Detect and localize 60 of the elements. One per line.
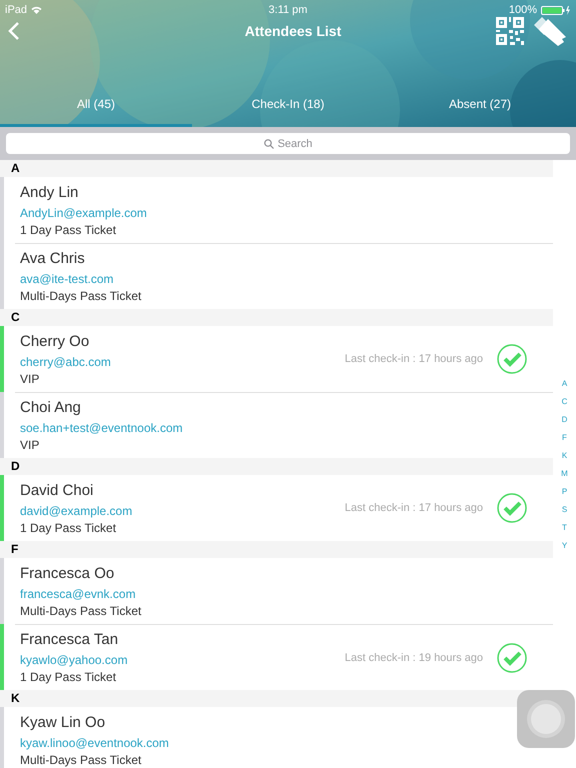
attendee-name: Cherry Oo [20,332,90,350]
ticket-type: VIP [20,438,40,452]
attendee-email: soe.han+test@eventnook.com [20,421,184,435]
last-checkin-text: Last check-in : 19 hours ago [344,652,483,664]
section-header: A [0,160,553,177]
ticket-type: 1 Day Pass Ticket [20,670,118,684]
attendee-row[interactable]: Andy Lin AndyLin@example.com 1 Day Pass Ticket [0,177,553,243]
index-letter[interactable]: Y [562,539,568,552]
section-header: F [0,541,553,558]
check-circle-icon [497,344,527,374]
search-field[interactable]: Search [6,133,570,154]
index-letter[interactable]: F [562,431,567,444]
qr-code-icon[interactable] [496,17,524,45]
ticket-type: 1 Day Pass Ticket [20,222,118,236]
ticket-type: 1 Day Pass Ticket [20,520,118,534]
ticket-type: VIP [20,372,40,386]
attendee-name: Ava Chris [20,250,86,267]
attendee-name: David Choi [20,482,94,498]
search-icon [264,138,274,148]
last-checkin-text: Last check-in : 17 hours ago [344,502,483,514]
attendee-name: Francesca Oo [20,564,116,582]
battery-icon [541,6,571,14]
index-letter[interactable]: T [562,521,567,534]
window-title: Attendees List [244,23,342,39]
ticket-type: Multi-Days Pass Ticket [20,604,142,618]
attendee-email: AndyLin@example.com [20,206,148,220]
attendee-name: Kyaw Lin Oo [20,714,106,730]
back-icon[interactable] [8,22,20,40]
tab[interactable]: Check-In (18) [192,88,384,127]
index-letter[interactable]: S [562,503,568,516]
check-circle-icon [497,642,527,672]
attendee-email: david@example.com [20,504,134,518]
attendee-name: Andy Lin [20,184,80,200]
last-checkin-text: Last check-in : 17 hours ago [344,353,483,365]
index-letter[interactable]: K [562,449,568,462]
index-letter[interactable]: D [562,413,568,426]
device-name: iPad [5,4,28,16]
attendee-row[interactable]: Cherry Oo cherry@abc.com VIP Last check-in : 17 hours ago [0,326,553,392]
attendee-email: kyaw.linoo@eventnook.com [20,736,170,750]
section-header: D [0,458,553,475]
attendee-name: Francesca Tan [20,631,120,648]
tickets-icon[interactable] [532,15,568,47]
index-letter[interactable]: P [562,485,568,498]
section-header: C [0,309,553,326]
attendee-email: cherry@abc.com [20,354,112,368]
index-letter[interactable]: A [562,377,568,390]
status-time: 3:11 pm [268,4,308,16]
attendee-email: francesca@evnk.com [20,586,137,600]
attendee-name: Choi Ang [20,399,82,416]
attendee-row[interactable]: Francesca Oo francesca@evnk.com Multi-Days Pass Ticket [0,558,553,624]
attendee-email: kyawlo@yahoo.com [20,653,129,667]
ticket-type: Multi-Days Pass Ticket [20,752,142,766]
attendee-email: ava@ite-test.com [20,272,115,286]
index-letter[interactable]: C [562,395,568,408]
index-letter[interactable]: M [561,467,568,480]
ticket-type: Multi-Days Pass Ticket [20,289,142,303]
check-circle-icon [497,493,527,523]
battery-percent: 100% [508,4,537,16]
wifi-icon [31,6,42,14]
tab[interactable]: Absent (27) [384,88,576,127]
